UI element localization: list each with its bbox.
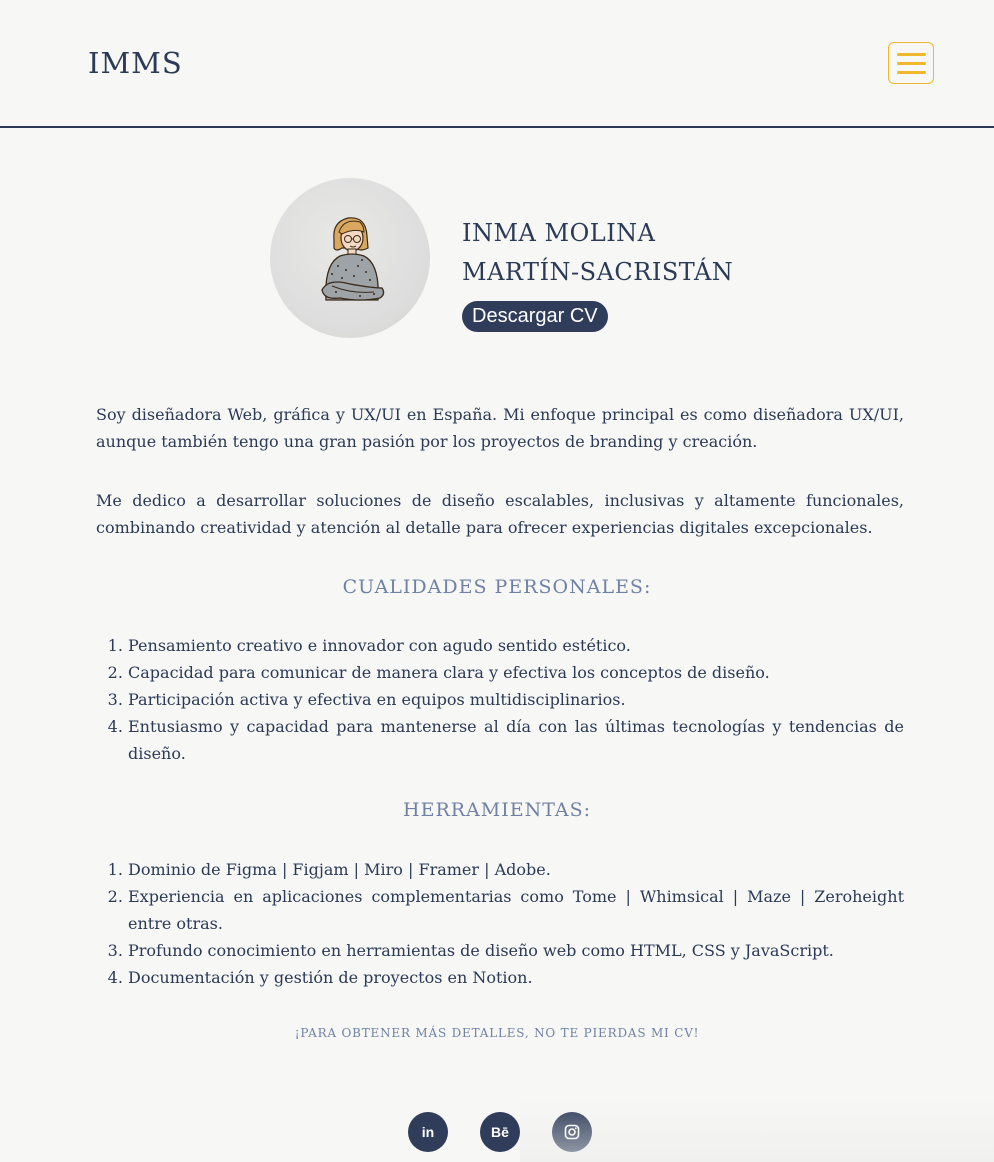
profile-name: INMA MOLINA MARTÍN-SACRISTÁN — [462, 214, 733, 292]
about-paragraph-2: Me dedico a desarrollar soluciones de di… — [96, 491, 904, 537]
menu-button[interactable] — [888, 42, 934, 84]
behance-link[interactable]: Bē — [480, 1112, 520, 1152]
list-item: Experiencia en aplicaciones complementar… — [128, 883, 904, 937]
list-item: Dominio de Figma | Figjam | Miro | Frame… — [128, 856, 904, 883]
hamburger-menu-icon-bar — [897, 62, 926, 65]
qualities-list: Pensamiento creativo e innovador con agu… — [96, 632, 904, 767]
brand-logo[interactable]: IMMS — [88, 44, 183, 82]
hamburger-menu-icon — [897, 53, 926, 56]
site-header: IMMS — [0, 0, 994, 128]
list-item: Participación activa y efectiva en equip… — [128, 686, 904, 713]
behance-icon: Bē — [491, 1124, 509, 1140]
list-item: Capacidad para comunicar de manera clara… — [128, 659, 904, 686]
linkedin-link[interactable]: in — [408, 1112, 448, 1152]
tools-list: Dominio de Figma | Figjam | Miro | Frame… — [96, 856, 904, 991]
instagram-icon — [564, 1124, 580, 1140]
list-item: Documentación y gestión de proyectos en … — [128, 964, 904, 991]
profile-name-line1: INMA MOLINA — [462, 219, 656, 247]
about-paragraph-1: Soy diseñadora Web, gráfica y UX/UI en E… — [96, 405, 904, 451]
list-item: Entusiasmo y capacidad para mantenerse a… — [128, 713, 904, 767]
profile-name-line2: MARTÍN-SACRISTÁN — [462, 258, 734, 286]
hamburger-menu-icon-bar — [897, 71, 926, 74]
instagram-link[interactable] — [552, 1112, 592, 1152]
linkedin-icon: in — [421, 1124, 435, 1140]
qualities-title: CUALIDADES PERSONALES: — [342, 576, 652, 598]
tools-title: HERRAMIENTAS: — [403, 799, 591, 821]
list-item: Pensamiento creativo e innovador con agu… — [128, 632, 904, 659]
list-item: Profundo conocimiento en herramientas de… — [128, 937, 904, 964]
avatar — [270, 178, 430, 338]
illustrated-portrait-icon — [321, 217, 385, 301]
download-cv-button[interactable]: Descargar CV — [462, 301, 608, 332]
cv-call-to-action: ¡PARA OBTENER MÁS DETALLES, NO TE PIERDA… — [294, 1026, 700, 1040]
